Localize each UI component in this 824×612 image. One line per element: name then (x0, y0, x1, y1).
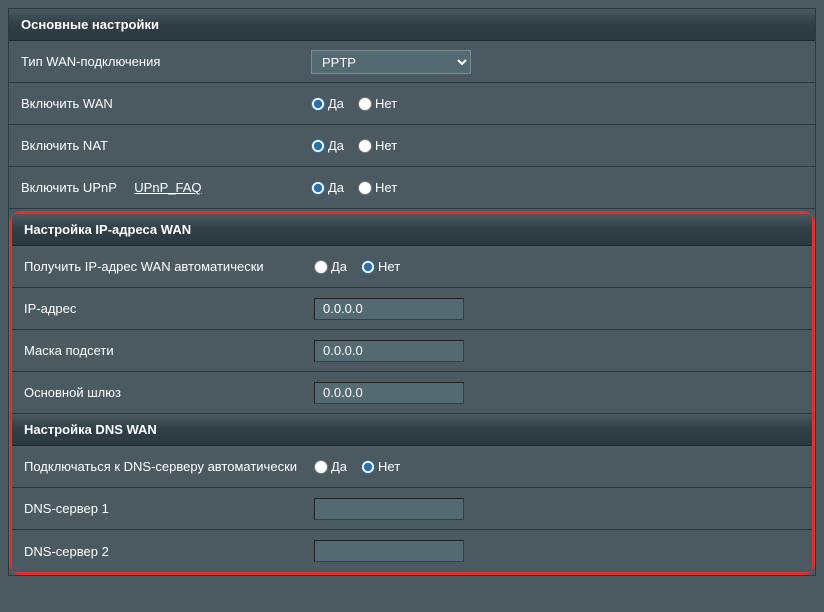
section-header-wan-ip: Настройка IP-адреса WAN (12, 214, 812, 246)
section-header-dns: Настройка DNS WAN (12, 414, 812, 446)
row-subnet-mask: Маска подсети (12, 330, 812, 372)
auto-ip-yes-radio[interactable] (314, 260, 328, 274)
label-enable-wan: Включить WAN (21, 96, 311, 111)
radio-no-label: Нет (378, 259, 400, 274)
radio-no-label: Нет (375, 96, 397, 111)
row-wan-type: Тип WAN-подключения PPTP (9, 41, 815, 83)
label-enable-nat: Включить NAT (21, 138, 311, 153)
radio-yes-label: Да (328, 96, 344, 111)
row-auto-ip: Получить IP-адрес WAN автоматически Да Н… (12, 246, 812, 288)
auto-dns-yes-radio[interactable] (314, 460, 328, 474)
wan-type-select[interactable]: PPTP (311, 50, 471, 74)
row-dns1: DNS-сервер 1 (12, 488, 812, 530)
row-enable-nat: Включить NAT Да Нет (9, 125, 815, 167)
radio-yes-label: Да (328, 180, 344, 195)
enable-nat-no[interactable]: Нет (358, 138, 397, 153)
upnp-faq-link[interactable]: UPnP_FAQ (134, 180, 201, 195)
label-enable-upnp: Включить UPnP UPnP_FAQ (21, 180, 311, 195)
row-enable-wan: Включить WAN Да Нет (9, 83, 815, 125)
label-dns1: DNS-сервер 1 (24, 501, 314, 516)
enable-nat-yes-radio[interactable] (311, 139, 325, 153)
radio-yes-label: Да (331, 259, 347, 274)
dns2-input[interactable] (314, 540, 464, 562)
enable-wan-no[interactable]: Нет (358, 96, 397, 111)
auto-ip-no-radio[interactable] (361, 260, 375, 274)
section-title-wan-ip: Настройка IP-адреса WAN (24, 222, 191, 237)
auto-ip-yes[interactable]: Да (314, 259, 347, 274)
enable-upnp-yes-radio[interactable] (311, 181, 325, 195)
label-dns2: DNS-сервер 2 (24, 544, 314, 559)
label-gateway: Основной шлюз (24, 385, 314, 400)
enable-upnp-no[interactable]: Нет (358, 180, 397, 195)
auto-dns-no[interactable]: Нет (361, 459, 400, 474)
section-title-dns: Настройка DNS WAN (24, 422, 157, 437)
section-header-main: Основные настройки (9, 9, 815, 41)
gateway-input[interactable] (314, 382, 464, 404)
label-auto-ip: Получить IP-адрес WAN автоматически (24, 259, 314, 274)
enable-nat-no-radio[interactable] (358, 139, 372, 153)
radio-yes-label: Да (328, 138, 344, 153)
radio-no-label: Нет (378, 459, 400, 474)
enable-wan-yes-radio[interactable] (311, 97, 325, 111)
radio-no-label: Нет (375, 180, 397, 195)
enable-wan-yes[interactable]: Да (311, 96, 344, 111)
settings-panel: Основные настройки Тип WAN-подключения P… (8, 8, 816, 576)
highlight-box: Настройка IP-адреса WAN Получить IP-адре… (9, 211, 815, 575)
row-auto-dns: Подключаться к DNS-серверу автоматически… (12, 446, 812, 488)
label-enable-upnp-text: Включить UPnP (21, 180, 117, 195)
row-enable-upnp: Включить UPnP UPnP_FAQ Да Нет (9, 167, 815, 209)
radio-no-label: Нет (375, 138, 397, 153)
enable-wan-no-radio[interactable] (358, 97, 372, 111)
enable-upnp-yes[interactable]: Да (311, 180, 344, 195)
auto-dns-no-radio[interactable] (361, 460, 375, 474)
row-gateway: Основной шлюз (12, 372, 812, 414)
auto-ip-no[interactable]: Нет (361, 259, 400, 274)
label-subnet-mask: Маска подсети (24, 343, 314, 358)
subnet-mask-input[interactable] (314, 340, 464, 362)
row-ip-address: IP-адрес (12, 288, 812, 330)
label-auto-dns: Подключаться к DNS-серверу автоматически (24, 459, 314, 474)
label-ip-address: IP-адрес (24, 301, 314, 316)
dns1-input[interactable] (314, 498, 464, 520)
enable-upnp-no-radio[interactable] (358, 181, 372, 195)
section-title-main: Основные настройки (21, 17, 159, 32)
enable-nat-yes[interactable]: Да (311, 138, 344, 153)
auto-dns-yes[interactable]: Да (314, 459, 347, 474)
label-wan-type: Тип WAN-подключения (21, 54, 311, 69)
ip-address-input[interactable] (314, 298, 464, 320)
radio-yes-label: Да (331, 459, 347, 474)
row-dns2: DNS-сервер 2 (12, 530, 812, 572)
